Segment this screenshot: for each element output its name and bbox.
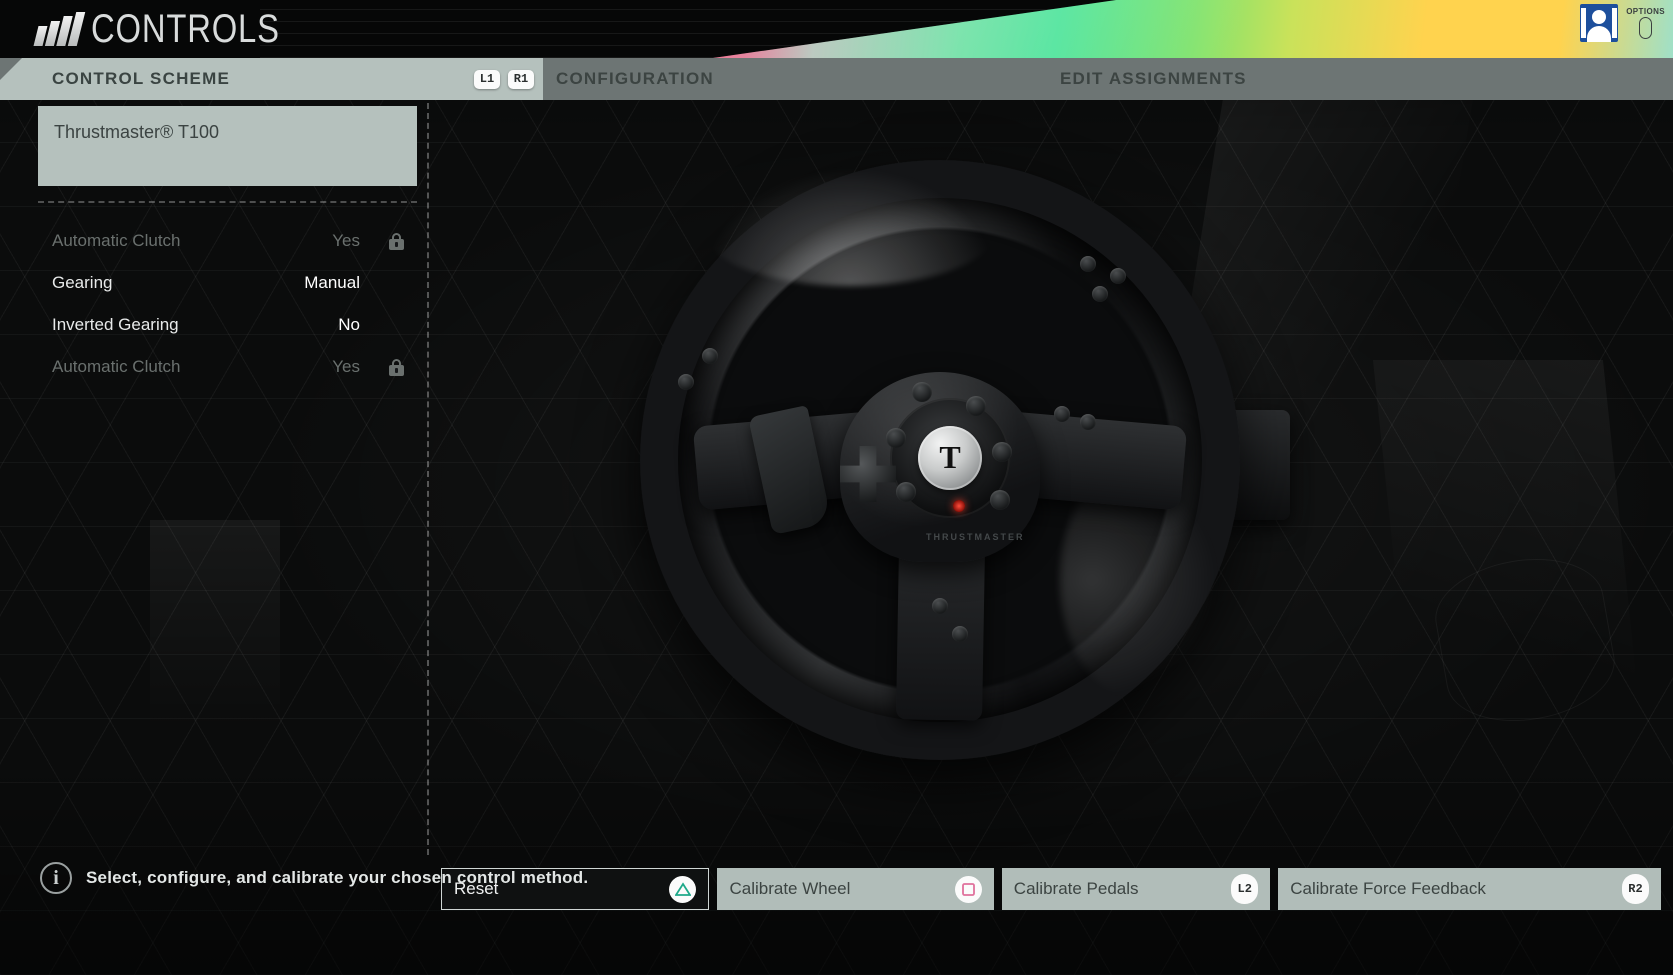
wheel-side-button-icon <box>1092 286 1108 302</box>
square-button-icon <box>954 875 982 903</box>
calibrate-wheel-button[interactable]: Calibrate Wheel <box>717 868 994 910</box>
setting-label: Automatic Clutch <box>52 231 181 250</box>
wheel-side-button-icon <box>952 626 968 642</box>
wheel-side-button-icon <box>932 598 948 614</box>
calibrate-wheel-button-label: Calibrate Wheel <box>729 879 851 898</box>
selected-scheme-card[interactable]: Thrustmaster® T100 <box>38 106 417 186</box>
footer-hint-text: Select, configure, and calibrate your ch… <box>86 868 589 887</box>
options-button[interactable]: OPTIONS <box>1626 7 1665 39</box>
wheel-face-button-icon <box>886 428 906 448</box>
led-indicator-icon <box>953 500 965 512</box>
padlock-icon <box>389 358 404 376</box>
brand-mark-label: THRUSTMASTER <box>926 532 1025 542</box>
page-header: CONTROLS OPTIONS <box>0 0 1673 58</box>
setting-value: Manual <box>304 273 360 292</box>
control-scheme-sidebar: Thrustmaster® T100 Automatic Clutch Yes … <box>0 100 428 860</box>
calibrate-pedals-button-label: Calibrate Pedals <box>1013 879 1139 898</box>
wheel-side-button-icon <box>702 348 718 364</box>
setting-label: Inverted Gearing <box>52 315 179 334</box>
wheel-side-button-icon <box>1054 406 1070 422</box>
options-button-icon <box>1639 17 1653 39</box>
l2-trigger-icon: L2 <box>1231 874 1259 904</box>
background-shape <box>1427 546 1623 734</box>
wheel-side-button-icon <box>1080 414 1096 430</box>
background-shape <box>1372 360 1648 780</box>
wheel-side-button-icon <box>1110 268 1126 284</box>
calibrate-pedals-button[interactable]: Calibrate Pedals L2 <box>1001 868 1271 910</box>
slanted-bars-logo-icon <box>33 12 86 46</box>
wheel-side-button-icon <box>1080 256 1096 272</box>
page-title-logo: CONTROLS <box>33 7 321 51</box>
wheel-face-button-icon <box>896 482 916 502</box>
r2-trigger-icon: R2 <box>1622 874 1649 904</box>
tab-configuration[interactable]: CONFIGURATION <box>556 58 714 100</box>
setting-label: Automatic Clutch <box>52 357 181 376</box>
selected-scheme-label: Thrustmaster® T100 <box>54 122 219 142</box>
setting-value: Yes <box>332 357 360 376</box>
wheel-side-button-icon <box>678 374 694 390</box>
padlock-icon <box>389 232 404 250</box>
setting-row-inverted-gearing[interactable]: Inverted Gearing No <box>0 304 428 346</box>
info-icon: i <box>40 862 72 894</box>
hub-logo-label: T <box>939 439 961 475</box>
setting-row-automatic-clutch[interactable]: Automatic Clutch Yes <box>0 220 428 262</box>
options-label: OPTIONS <box>1626 7 1665 16</box>
setting-row-gearing[interactable]: Gearing Manual <box>0 262 428 304</box>
r1-bumper-icon[interactable]: R1 <box>508 69 534 89</box>
tab-shoulder-badges: L1 R1 <box>474 58 534 100</box>
page-title: CONTROLS <box>91 7 280 51</box>
sidebar-vertical-divider <box>427 103 429 855</box>
wheel-face-button-icon <box>966 396 986 416</box>
user-avatar-icon[interactable] <box>1580 4 1619 42</box>
tab-edit-assignments[interactable]: EDIT ASSIGNMENTS <box>1060 58 1247 100</box>
hub-logo-badge: T <box>918 426 982 490</box>
setting-value: No <box>338 315 360 334</box>
sidebar-divider <box>38 201 417 203</box>
setting-label: Gearing <box>52 273 113 292</box>
header-right-cluster: OPTIONS <box>1580 4 1665 42</box>
tab-bar: CONTROL SCHEME L1 R1 CONFIGURATION EDIT … <box>0 58 1673 100</box>
settings-list: Automatic Clutch Yes Gearing Manual Inve… <box>0 220 428 388</box>
steering-wheel-preview: T THRUSTMASTER <box>640 160 1320 840</box>
calibrate-force-feedback-button[interactable]: Calibrate Force Feedback R2 <box>1278 868 1661 910</box>
setting-value: Yes <box>332 231 360 250</box>
setting-row-automatic-clutch-2[interactable]: Automatic Clutch Yes <box>0 346 428 388</box>
l1-bumper-icon[interactable]: L1 <box>474 69 500 89</box>
wheel-face-button-icon <box>990 490 1010 510</box>
controls-screen: T THRUSTMASTER CONTROLS OPTIONS CONTROL … <box>0 0 1673 975</box>
info-icon-glyph: i <box>53 866 59 889</box>
footer-hint: i Select, configure, and calibrate your … <box>40 862 588 894</box>
wheel-face-button-icon <box>992 442 1012 462</box>
action-button-bar: Reset Calibrate Wheel Calibrate Pedals L… <box>441 868 1661 910</box>
calibrate-force-feedback-button-label: Calibrate Force Feedback <box>1290 879 1486 898</box>
triangle-button-icon <box>669 875 697 903</box>
tab-control-scheme[interactable]: CONTROL SCHEME <box>52 58 230 100</box>
wheel-face-button-icon <box>912 382 932 402</box>
